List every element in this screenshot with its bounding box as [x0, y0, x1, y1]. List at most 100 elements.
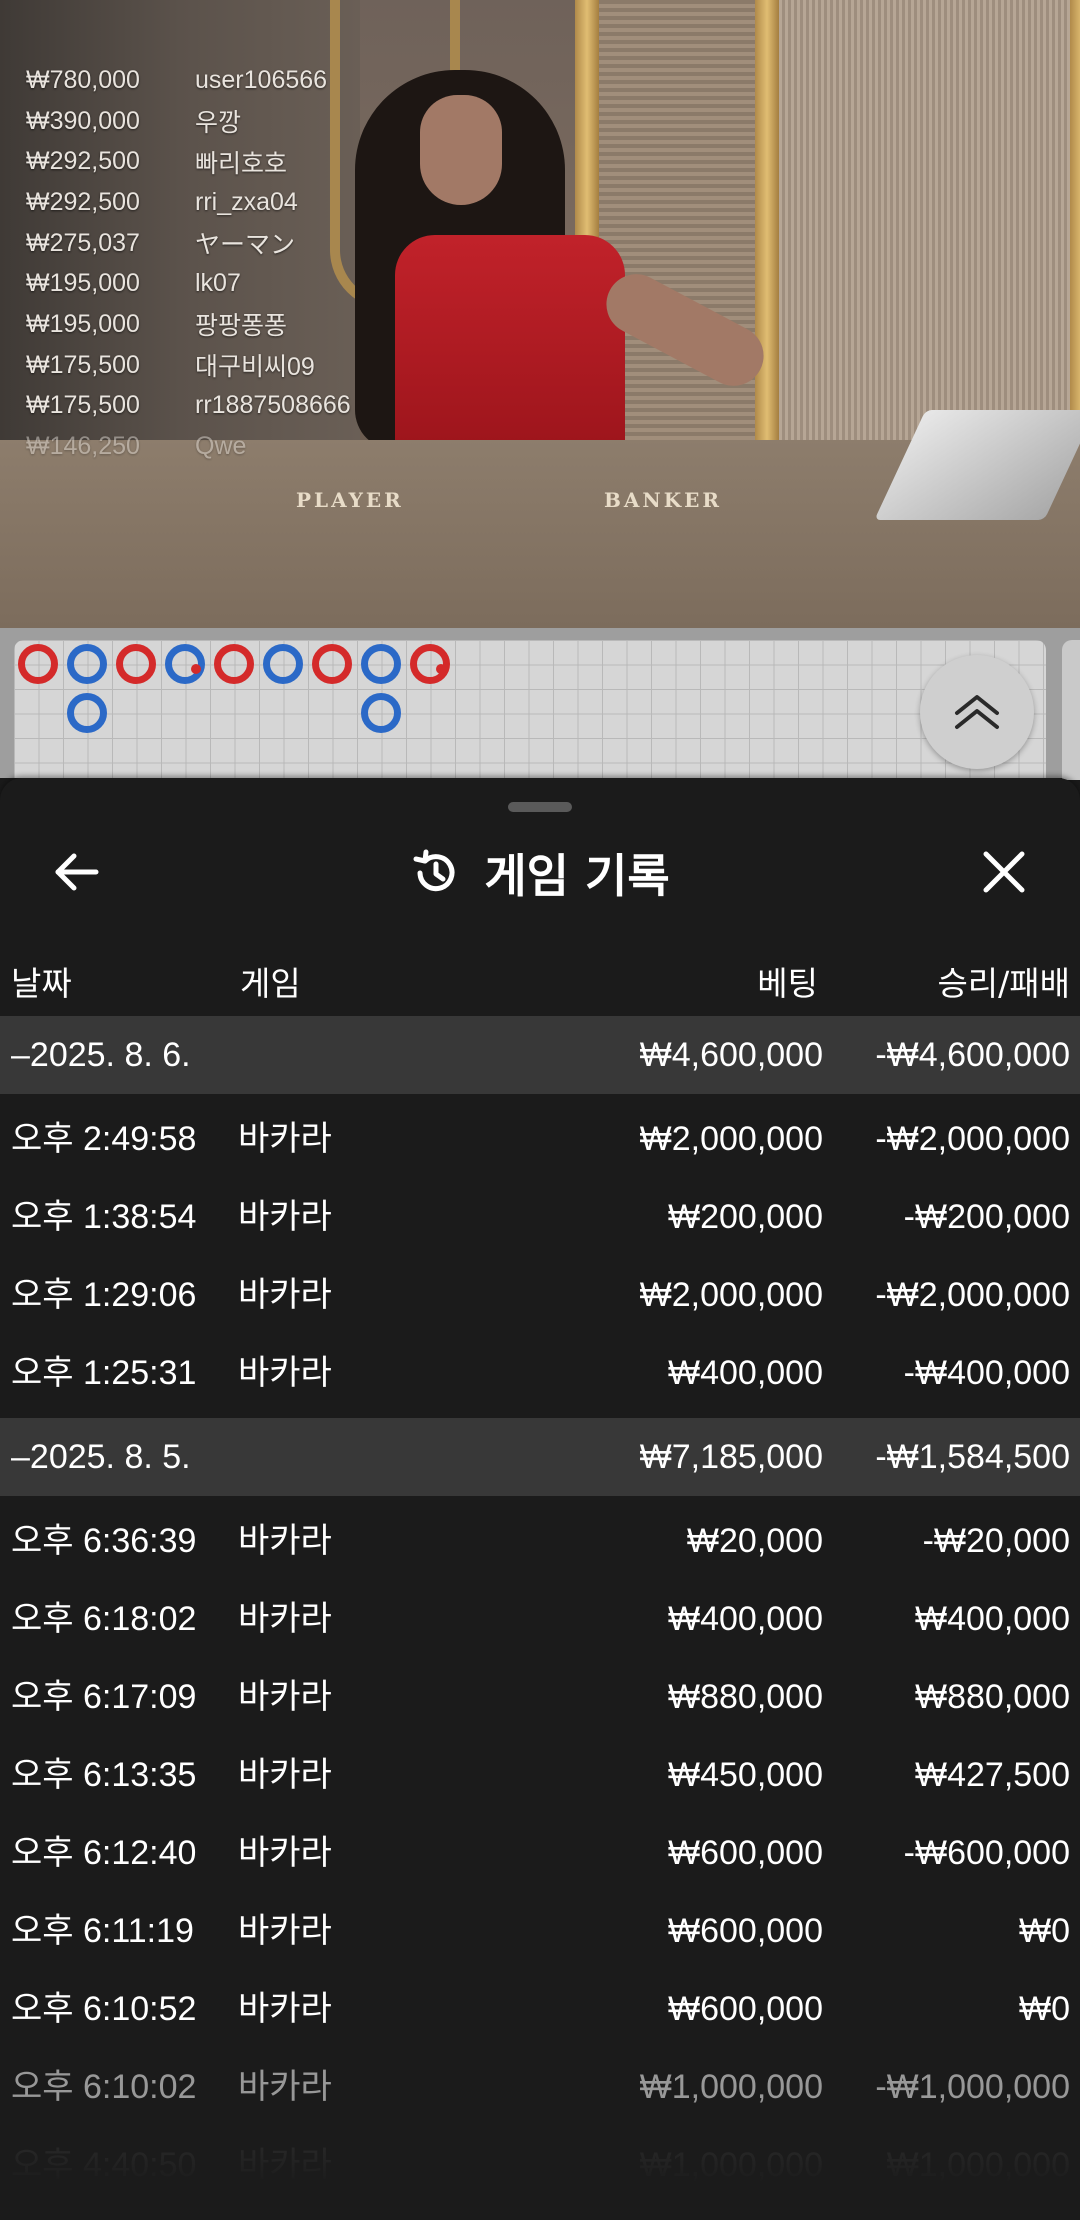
banker-bead — [312, 644, 352, 684]
leaderboard-row: ₩390,000 우깡 — [26, 101, 351, 142]
row-time: 오후 2:49:58 — [11, 1120, 197, 1158]
player-name: lk07 — [195, 269, 241, 298]
banker-area-label: BANKER — [604, 488, 722, 512]
row-result: ₩400,000 — [915, 1600, 1070, 1638]
group-result-total: -₩4,600,000 — [875, 1036, 1070, 1074]
winners-leaderboard: ₩780,000 user106566 ₩390,000 우깡 ₩292,500 빠리호호… — [26, 60, 351, 467]
pair-marker — [436, 664, 446, 674]
history-row[interactable]: 오후 6:10:52 바카라 ₩600,000 ₩0 — [0, 1970, 1080, 2048]
group-date: –2025. 8. 6. — [11, 1036, 191, 1074]
row-bet: ₩20,000 — [686, 1522, 823, 1560]
column-header-game[interactable]: 게임 — [240, 954, 301, 1014]
expand-button[interactable] — [920, 655, 1034, 769]
live-video-stream: PLAYER BANKER ₩780,000 user106566 ₩390,000… — [0, 0, 1080, 628]
history-row[interactable]: 오후 1:25:31 바카라 ₩400,000 -₩400,000 — [0, 1334, 1080, 1412]
player-name: rri_zxa04 — [195, 187, 298, 216]
close-button[interactable] — [974, 842, 1034, 902]
decor-panel — [770, 0, 1070, 460]
row-game: 바카라 — [238, 1678, 332, 1716]
row-bet: ₩600,000 — [668, 1834, 823, 1872]
bead-road-grid — [14, 640, 1046, 778]
player-name: ヤーマン — [195, 231, 296, 260]
player-name: user106566 — [195, 65, 328, 94]
row-game: 바카라 — [238, 1834, 332, 1872]
double-chevron-up-icon — [955, 695, 999, 729]
history-row[interactable]: 오후 6:13:35 바카라 ₩450,000 ₩427,500 — [0, 1736, 1080, 1814]
history-icon — [413, 849, 455, 892]
row-bet: ₩600,000 — [668, 1990, 823, 2028]
sheet-header: 게임 기록 — [0, 838, 1080, 908]
banker-bead — [18, 644, 58, 684]
row-result: -₩2,000,000 — [875, 1120, 1070, 1158]
leaderboard-row: ₩195,000 팡팡퐁퐁 — [26, 304, 351, 345]
group-result-total: -₩1,584,500 — [875, 1438, 1070, 1476]
history-row[interactable]: 오후 6:11:19 바카라 ₩600,000 ₩0 — [0, 1892, 1080, 1970]
row-result: -₩20,000 — [922, 1522, 1070, 1560]
row-game: 바카라 — [238, 1600, 332, 1638]
row-bet: ₩2,000,000 — [639, 1276, 823, 1314]
player-name: 팡팡퐁퐁 — [195, 312, 288, 341]
history-row[interactable]: 오후 6:36:39 바카라 ₩20,000 -₩20,000 — [0, 1502, 1080, 1580]
dealer-face — [420, 95, 502, 205]
win-amount: ₩390,000 — [26, 106, 140, 135]
pair-marker — [191, 664, 201, 674]
history-row[interactable]: 오후 1:38:54 바카라 ₩200,000 -₩200,000 — [0, 1178, 1080, 1256]
row-result: ₩0 — [1019, 1990, 1070, 2028]
win-amount: ₩195,000 — [26, 269, 140, 298]
player-bead — [67, 644, 107, 684]
history-row[interactable]: 오후 2:49:58 바카라 ₩2,000,000 -₩2,000,000 — [0, 1100, 1080, 1178]
row-bet: ₩400,000 — [668, 1600, 823, 1638]
win-amount: ₩292,500 — [26, 187, 140, 216]
win-amount: ₩175,500 — [26, 350, 140, 379]
player-bead — [67, 693, 107, 733]
column-header-result[interactable]: 승리/패배 — [937, 954, 1070, 1014]
next-roadmap-edge — [1062, 640, 1080, 780]
leaderboard-row: ₩275,037 ヤーマン — [26, 223, 351, 264]
history-row[interactable]: 오후 6:18:02 바카라 ₩400,000 ₩400,000 — [0, 1580, 1080, 1658]
group-date: –2025. 8. 5. — [11, 1438, 191, 1476]
row-time: 오후 6:10:52 — [11, 1990, 197, 2028]
row-time: 오후 6:18:02 — [11, 1600, 197, 1638]
date-group-row[interactable]: –2025. 8. 6. ₩4,600,000 -₩4,600,000 — [0, 1016, 1080, 1094]
win-amount: ₩175,500 — [26, 391, 140, 420]
row-result: ₩427,500 — [915, 1756, 1070, 1794]
row-bet: ₩2,000,000 — [639, 1120, 823, 1158]
player-name: Qwe — [195, 432, 247, 461]
history-row[interactable]: 오후 6:17:09 바카라 ₩880,000 ₩880,000 — [0, 1658, 1080, 1736]
column-header-date[interactable]: 날짜 — [11, 954, 72, 1014]
row-bet: ₩400,000 — [668, 1354, 823, 1392]
row-game: 바카라 — [238, 1198, 332, 1236]
history-row[interactable]: 오후 6:12:40 바카라 ₩600,000 -₩600,000 — [0, 1814, 1080, 1892]
row-result: -₩200,000 — [903, 1198, 1070, 1236]
player-name: rr1887508666 — [195, 391, 351, 420]
group-bet-total: ₩4,600,000 — [639, 1036, 823, 1074]
row-game: 바카라 — [238, 1120, 332, 1158]
row-result: -₩2,000,000 — [875, 1276, 1070, 1314]
drag-handle[interactable] — [508, 802, 572, 812]
row-game: 바카라 — [238, 1276, 332, 1314]
row-game: 바카라 — [238, 1756, 332, 1794]
row-time: 오후 1:25:31 — [11, 1354, 197, 1392]
leaderboard-row: ₩195,000 lk07 — [26, 263, 351, 304]
leaderboard-row: ₩175,500 대구비씨09 — [26, 345, 351, 386]
date-group-row[interactable]: –2025. 8. 5. ₩7,185,000 -₩1,584,500 — [0, 1418, 1080, 1496]
row-time: 오후 6:36:39 — [11, 1522, 197, 1560]
player-name: 우깡 — [195, 109, 242, 138]
row-time: 오후 6:11:19 — [11, 1912, 194, 1950]
column-header-bet[interactable]: 베팅 — [757, 954, 818, 1014]
player-bead — [361, 693, 401, 733]
win-amount: ₩146,250 — [26, 432, 140, 461]
group-bet-total: ₩7,185,000 — [639, 1438, 823, 1476]
row-time: 오후 1:29:06 — [11, 1276, 197, 1314]
row-bet: ₩600,000 — [668, 1912, 823, 1950]
row-game: 바카라 — [238, 1522, 332, 1560]
game-history-sheet: 게임 기록 날짜 게임 베팅 승리/패배 –2025. 8. 6. ₩4,600,… — [0, 778, 1080, 2220]
leaderboard-row: ₩292,500 rri_zxa04 — [26, 182, 351, 223]
row-result: ₩880,000 — [915, 1678, 1070, 1716]
win-amount: ₩292,500 — [26, 147, 140, 176]
player-area-label: PLAYER — [296, 488, 404, 512]
sheet-title: 게임 기록 — [484, 849, 670, 903]
player-name: 대구비씨09 — [195, 353, 315, 382]
leaderboard-row: ₩292,500 빠리호호 — [26, 141, 351, 182]
history-row[interactable]: 오후 1:29:06 바카라 ₩2,000,000 -₩2,000,000 — [0, 1256, 1080, 1334]
